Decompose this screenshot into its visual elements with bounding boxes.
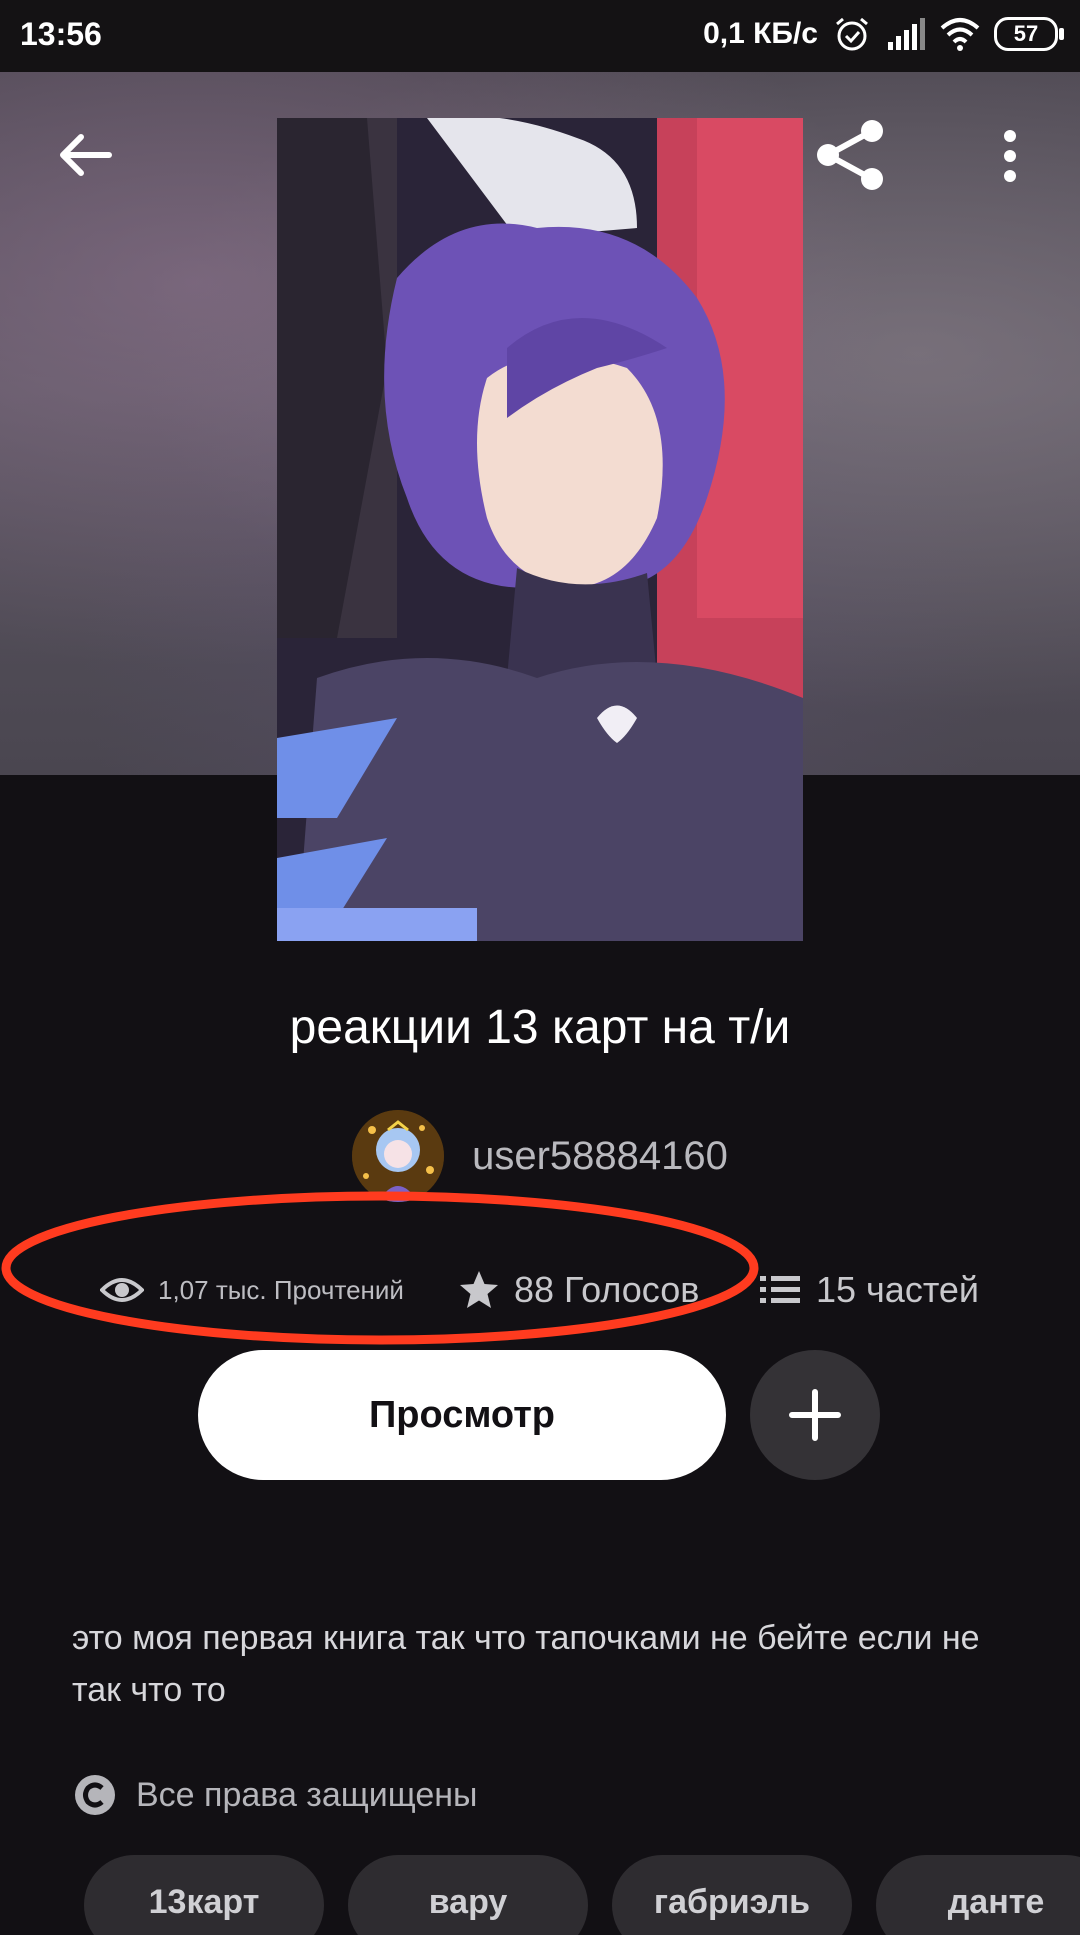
share-button[interactable]: [810, 115, 890, 195]
status-icons: 0,1 КБ/с 57: [703, 14, 1064, 54]
view-button[interactable]: Просмотр: [198, 1350, 726, 1480]
reads-count: 1,07 тыс. Прочтений: [158, 1274, 404, 1305]
votes-stat: 88 Голосов: [458, 1255, 699, 1325]
tag-chip[interactable]: вару: [348, 1855, 588, 1935]
status-time: 13:56: [20, 16, 102, 52]
story-stats: 1,07 тыс. Прочтений 88 Голосов 15 частей: [0, 1255, 1080, 1325]
tags-list: 13карт вару габриэль данте: [84, 1855, 1080, 1935]
share-icon: [817, 120, 883, 190]
wifi-icon: [940, 14, 980, 54]
status-bar: 13:56 0,1 КБ/с 57: [0, 0, 1080, 72]
story-description: это моя первая книга так что тапочками н…: [72, 1619, 980, 1709]
battery-level: 57: [1013, 21, 1039, 46]
alarm-icon: [832, 14, 872, 54]
story-title: реакции 13 карт на т/и: [289, 1001, 791, 1054]
votes-count: 88 Голосов: [514, 1269, 700, 1310]
battery-indicator: 57: [994, 17, 1064, 51]
list-icon: [760, 1276, 800, 1303]
author-name[interactable]: user58884160: [472, 1134, 728, 1179]
story-cover[interactable]: [277, 118, 803, 941]
add-to-library-button[interactable]: [750, 1350, 880, 1480]
tag-chip[interactable]: габриэль: [612, 1855, 852, 1935]
signal-icon: [886, 14, 926, 54]
plus-icon: [789, 1389, 841, 1441]
parts-stat: 15 частей: [758, 1255, 979, 1325]
copyright-row: Все права защищены: [72, 1772, 477, 1818]
avatar[interactable]: [352, 1110, 445, 1202]
arrow-left-icon: [60, 134, 112, 176]
tag-chip[interactable]: 13карт: [84, 1855, 324, 1935]
copyright-icon: [75, 1775, 115, 1815]
more-vertical-icon: [1004, 130, 1016, 182]
parts-count: 15 частей: [816, 1269, 980, 1310]
cover-illustration: [277, 118, 803, 941]
reads-stat: 1,07 тыс. Прочтений: [100, 1255, 404, 1325]
more-options-button[interactable]: [990, 120, 1030, 192]
eye-icon: [100, 1278, 144, 1302]
back-button[interactable]: [50, 120, 120, 190]
author-row[interactable]: user58884160: [0, 1108, 1080, 1204]
tag-chip[interactable]: данте: [876, 1855, 1080, 1935]
star-icon: [460, 1271, 498, 1308]
network-speed: 0,1 КБ/с: [703, 17, 818, 50]
copyright-text: Все права защищены: [136, 1775, 478, 1814]
